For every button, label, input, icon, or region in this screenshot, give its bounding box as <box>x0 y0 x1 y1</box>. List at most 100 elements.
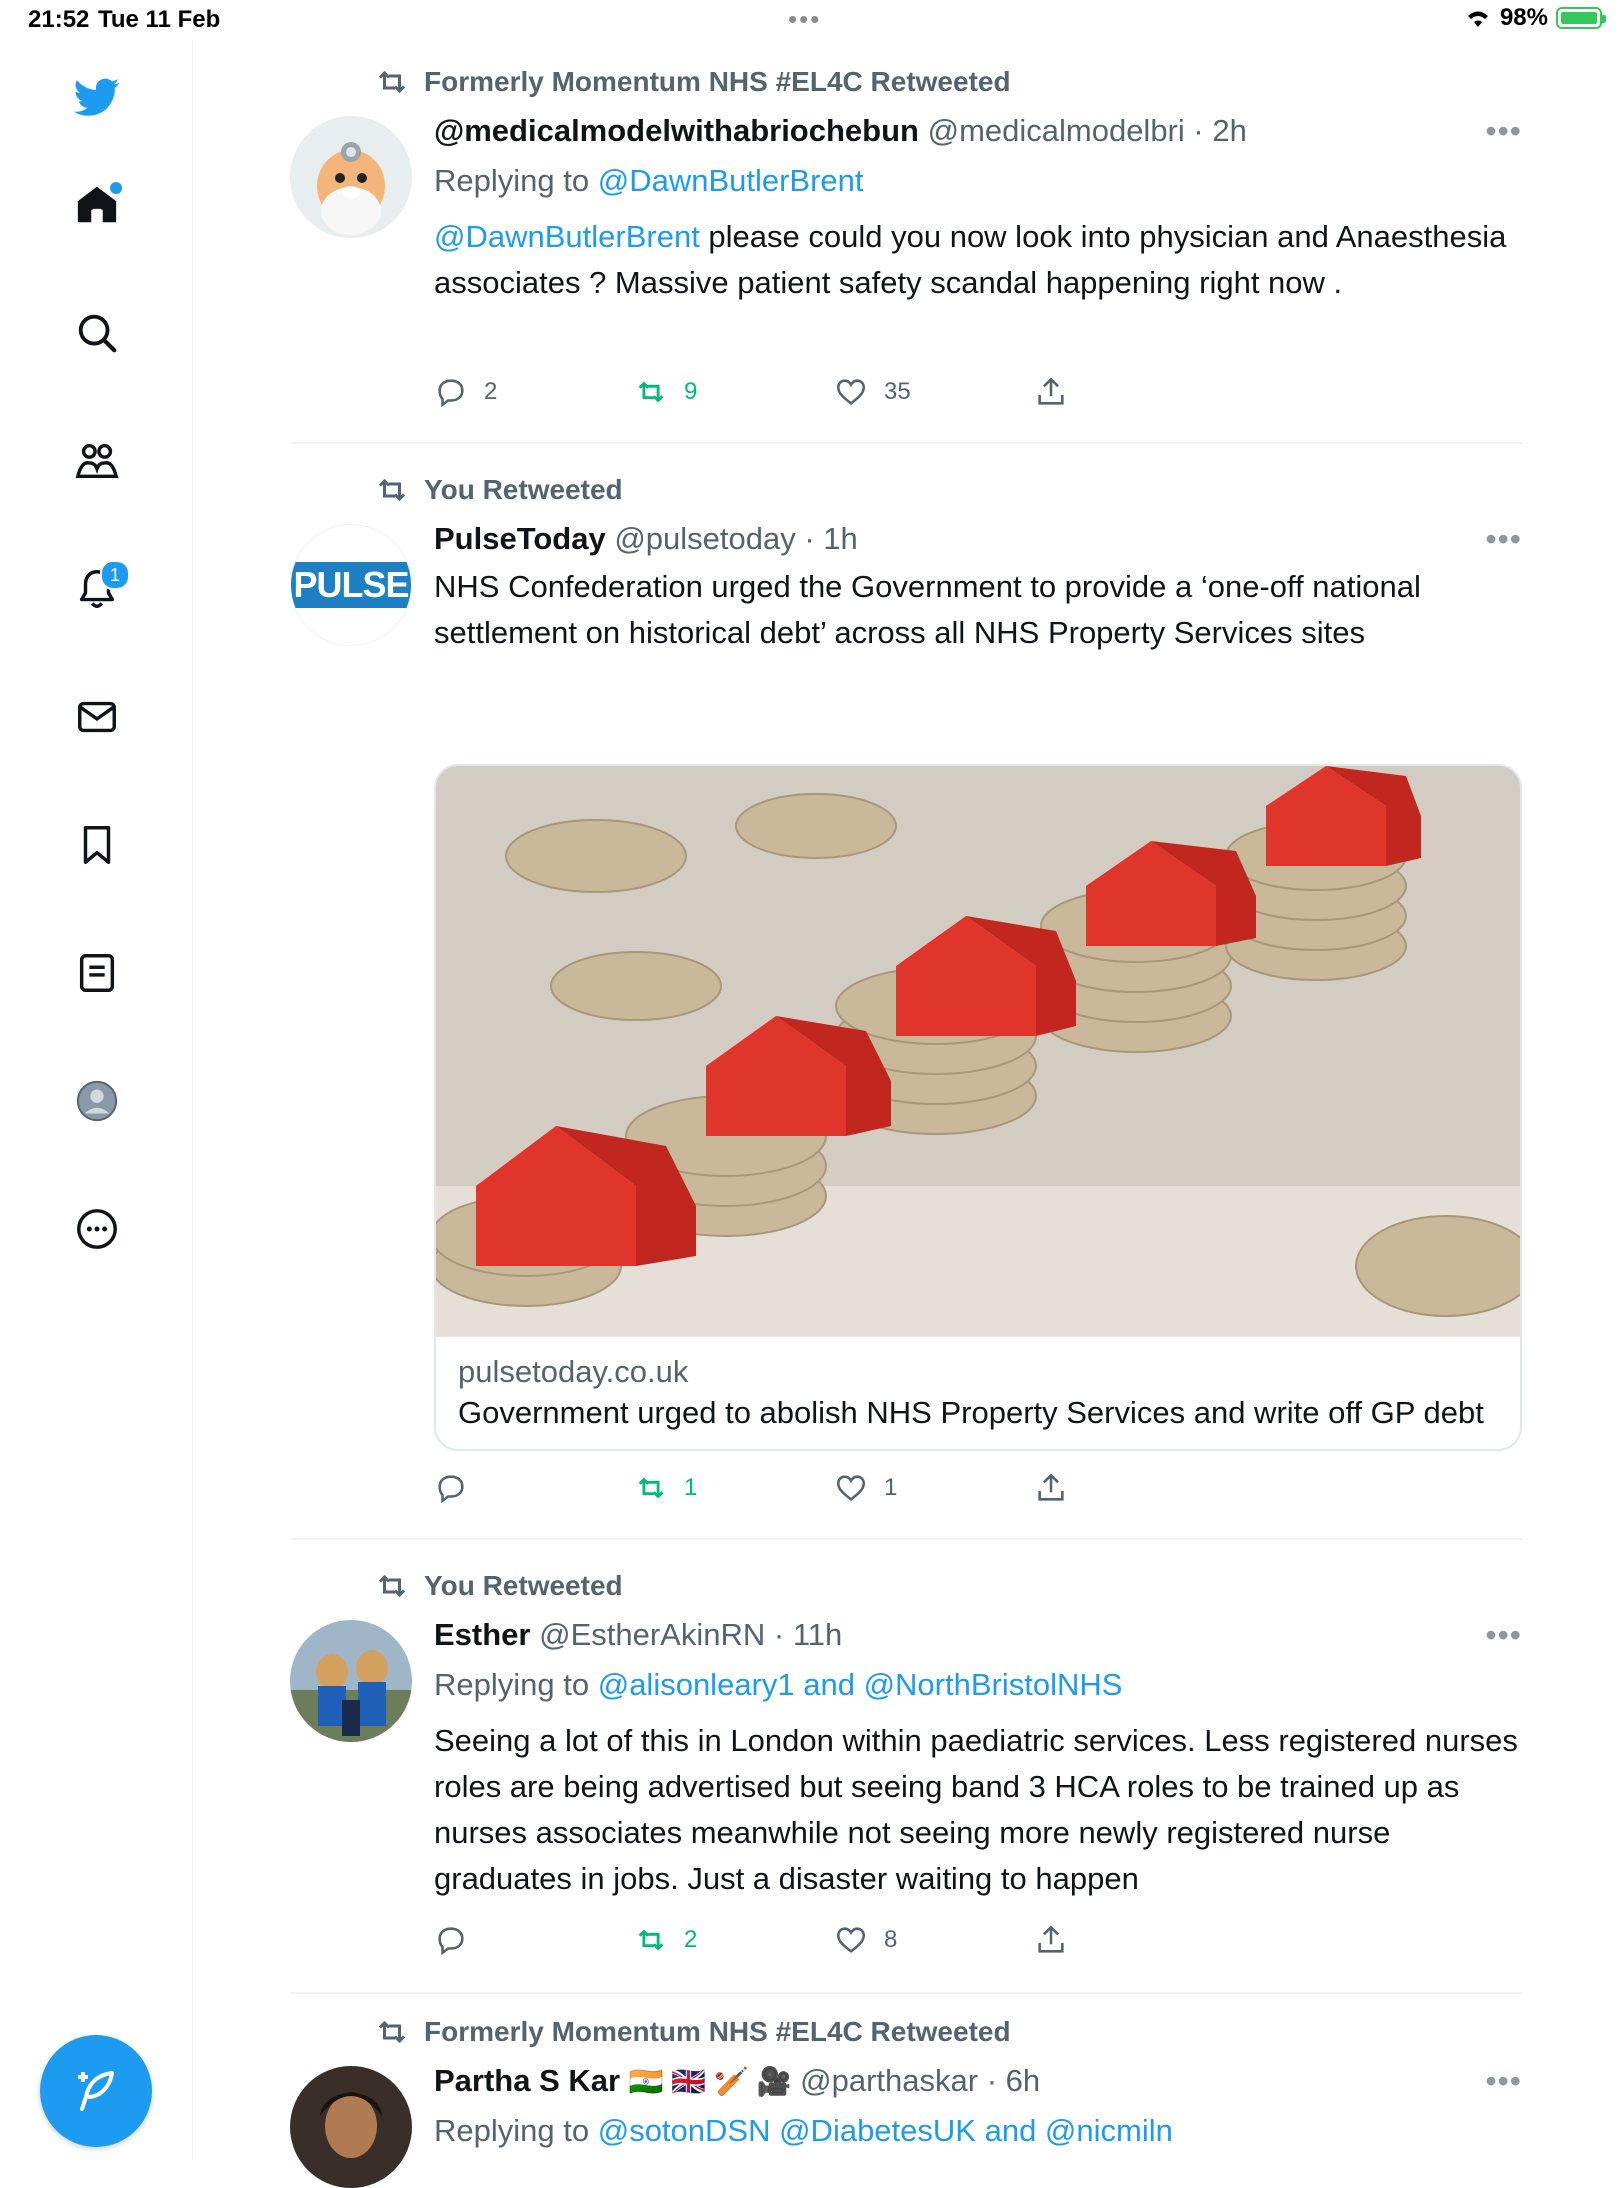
timeline: Formerly Momentum NHS #EL4C Retweeted @m… <box>192 40 1620 2188</box>
replying-prefix: Replying to <box>434 2113 598 2148</box>
tweet-actions: 1 1 <box>434 1466 1154 1510</box>
tweet-item[interactable]: You Retweeted PULSE PulseToday @pulsetod… <box>290 442 1522 1540</box>
retweet-indicator: You Retweeted <box>374 1566 623 1606</box>
tweet-text: NHS Confederation urged the Government t… <box>434 569 1421 650</box>
card-meta: pulsetoday.co.uk Government urged to abo… <box>436 1336 1520 1449</box>
lists-icon[interactable] <box>62 938 132 1008</box>
retweet-icon <box>638 381 664 403</box>
search-icon[interactable] <box>62 298 132 368</box>
tweet-item[interactable]: Formerly Momentum NHS #EL4C Retweeted @m… <box>290 40 1522 444</box>
tweet-time: · 11h <box>773 1617 843 1652</box>
tweet-more-icon[interactable]: ••• <box>1485 518 1522 560</box>
tweet-header: Esther @EstherAkinRN · 11h ••• <box>434 1614 1522 1656</box>
retweet-indicator: You Retweeted <box>374 470 623 510</box>
avatar[interactable]: PULSE <box>290 524 412 646</box>
user-handle[interactable]: @medicalmodelbri <box>928 113 1185 148</box>
reply-icon <box>438 1475 464 1504</box>
retweeted-by-label: You Retweeted <box>424 1570 623 1601</box>
retweeted-by-label: You Retweeted <box>424 474 623 505</box>
display-name[interactable]: Partha S Kar <box>434 2063 620 2098</box>
retweet-count: 1 <box>684 1474 698 1501</box>
avatar[interactable] <box>290 1620 412 1742</box>
card-domain: pulsetoday.co.uk <box>458 1354 689 1389</box>
display-name[interactable]: Esther <box>434 1617 530 1652</box>
replying-to-link[interactable]: @alisonleary1 and @NorthBristolNHS <box>598 1667 1123 1702</box>
communities-icon[interactable] <box>62 426 132 496</box>
retweeted-by-label: Formerly Momentum NHS #EL4C Retweeted <box>424 2016 1011 2047</box>
tweet-more-icon[interactable]: ••• <box>1485 1614 1522 1656</box>
retweet-button[interactable]: 9 <box>634 370 697 414</box>
tweet-header: PulseToday @pulsetoday · 1h ••• <box>434 518 1522 560</box>
share-button[interactable] <box>1034 370 1068 414</box>
user-handle[interactable]: @EstherAkinRN <box>539 1617 765 1652</box>
tweet-text: Seeing a lot of this in London within pa… <box>434 1723 1518 1896</box>
tweet-time: · 1h <box>804 521 858 556</box>
status-right: 98% <box>1464 4 1606 32</box>
replying-prefix: Replying to <box>434 1667 598 1702</box>
heart-icon <box>836 1475 866 1501</box>
share-icon <box>1038 377 1064 405</box>
replying-to: Replying to @sotonDSN @DiabetesUK and @n… <box>434 2110 1522 2152</box>
replying-prefix: Replying to <box>434 163 598 198</box>
retweet-button[interactable]: 1 <box>634 1466 697 1510</box>
reply-button[interactable] <box>434 1466 484 1510</box>
retweet-count: 9 <box>684 378 698 405</box>
retweet-icon <box>638 1477 664 1499</box>
like-count: 8 <box>884 1926 898 1953</box>
profile-avatar-icon[interactable] <box>62 1066 132 1136</box>
mention-link[interactable]: @DawnButlerBrent <box>434 219 700 254</box>
messages-icon[interactable] <box>62 682 132 752</box>
reply-count: 2 <box>484 378 498 405</box>
name-emoji: 🇮🇳 🇬🇧 🏏 🎥 <box>628 2066 792 2097</box>
reply-icon <box>438 1927 464 1956</box>
retweet-button[interactable]: 2 <box>634 1918 697 1962</box>
share-button[interactable] <box>1034 1918 1068 1962</box>
retweet-icon <box>378 2020 406 2044</box>
card-image <box>436 766 1520 1336</box>
pulse-logo: PULSE <box>291 562 411 608</box>
tweet-header: @medicalmodelwithabriochebun @medicalmod… <box>434 110 1522 152</box>
display-name[interactable]: PulseToday <box>434 521 606 556</box>
tweet-text: @DawnButlerBrent please could you now lo… <box>434 214 1522 306</box>
avatar[interactable] <box>290 2066 412 2188</box>
tweet-actions: 2 9 35 <box>434 370 1154 414</box>
user-handle[interactable]: @pulsetoday <box>614 521 795 556</box>
tweet-item[interactable]: You Retweeted Esther @EstherAkinRN · 11h… <box>290 1538 1522 1994</box>
link-card[interactable]: pulsetoday.co.uk Government urged to abo… <box>434 764 1522 1451</box>
sidebar: 1 <box>0 40 193 2160</box>
user-handle[interactable]: @parthaskar <box>800 2063 978 2098</box>
reply-icon <box>438 379 464 408</box>
like-button[interactable]: 1 <box>834 1466 897 1510</box>
retweet-icon <box>378 1574 406 1598</box>
battery-percent: 98% <box>1499 4 1548 31</box>
tweet-more-icon[interactable]: ••• <box>1485 110 1522 152</box>
multitasking-dots-icon[interactable]: ••• <box>788 4 821 35</box>
replying-to-link[interactable]: @sotonDSN @DiabetesUK and @nicmiln <box>598 2113 1173 2148</box>
replying-to: Replying to @DawnButlerBrent <box>434 160 1522 202</box>
tweet-item[interactable]: Formerly Momentum NHS #EL4C Retweeted Pa… <box>290 1992 1522 2188</box>
heart-icon <box>836 379 866 405</box>
bookmarks-icon[interactable] <box>62 810 132 880</box>
share-button[interactable] <box>1034 1466 1068 1510</box>
tweet-more-icon[interactable]: ••• <box>1485 2060 1522 2102</box>
retweet-indicator: Formerly Momentum NHS #EL4C Retweeted <box>374 62 1011 102</box>
more-options-icon[interactable] <box>62 1194 132 1264</box>
retweet-indicator: Formerly Momentum NHS #EL4C Retweeted <box>374 2012 1011 2052</box>
home-new-dot <box>110 182 122 194</box>
retweet-icon <box>638 1929 664 1951</box>
avatar[interactable] <box>290 116 412 238</box>
home-icon[interactable] <box>62 170 132 240</box>
replying-to-link[interactable]: @DawnButlerBrent <box>598 163 864 198</box>
like-button[interactable]: 8 <box>834 1918 897 1962</box>
tweet-actions: 2 8 <box>434 1918 1154 1962</box>
twitter-logo-icon[interactable] <box>62 62 132 132</box>
display-name[interactable]: @medicalmodelwithabriochebun <box>434 113 919 148</box>
like-count: 1 <box>884 1474 898 1501</box>
reply-button[interactable] <box>434 1918 484 1962</box>
like-button[interactable]: 35 <box>834 370 911 414</box>
heart-icon <box>836 1927 866 1953</box>
compose-tweet-button[interactable] <box>40 2035 152 2147</box>
notifications-bell-icon[interactable]: 1 <box>62 554 132 624</box>
reply-button[interactable]: 2 <box>434 370 497 414</box>
status-date: Tue 11 Feb <box>98 6 221 33</box>
